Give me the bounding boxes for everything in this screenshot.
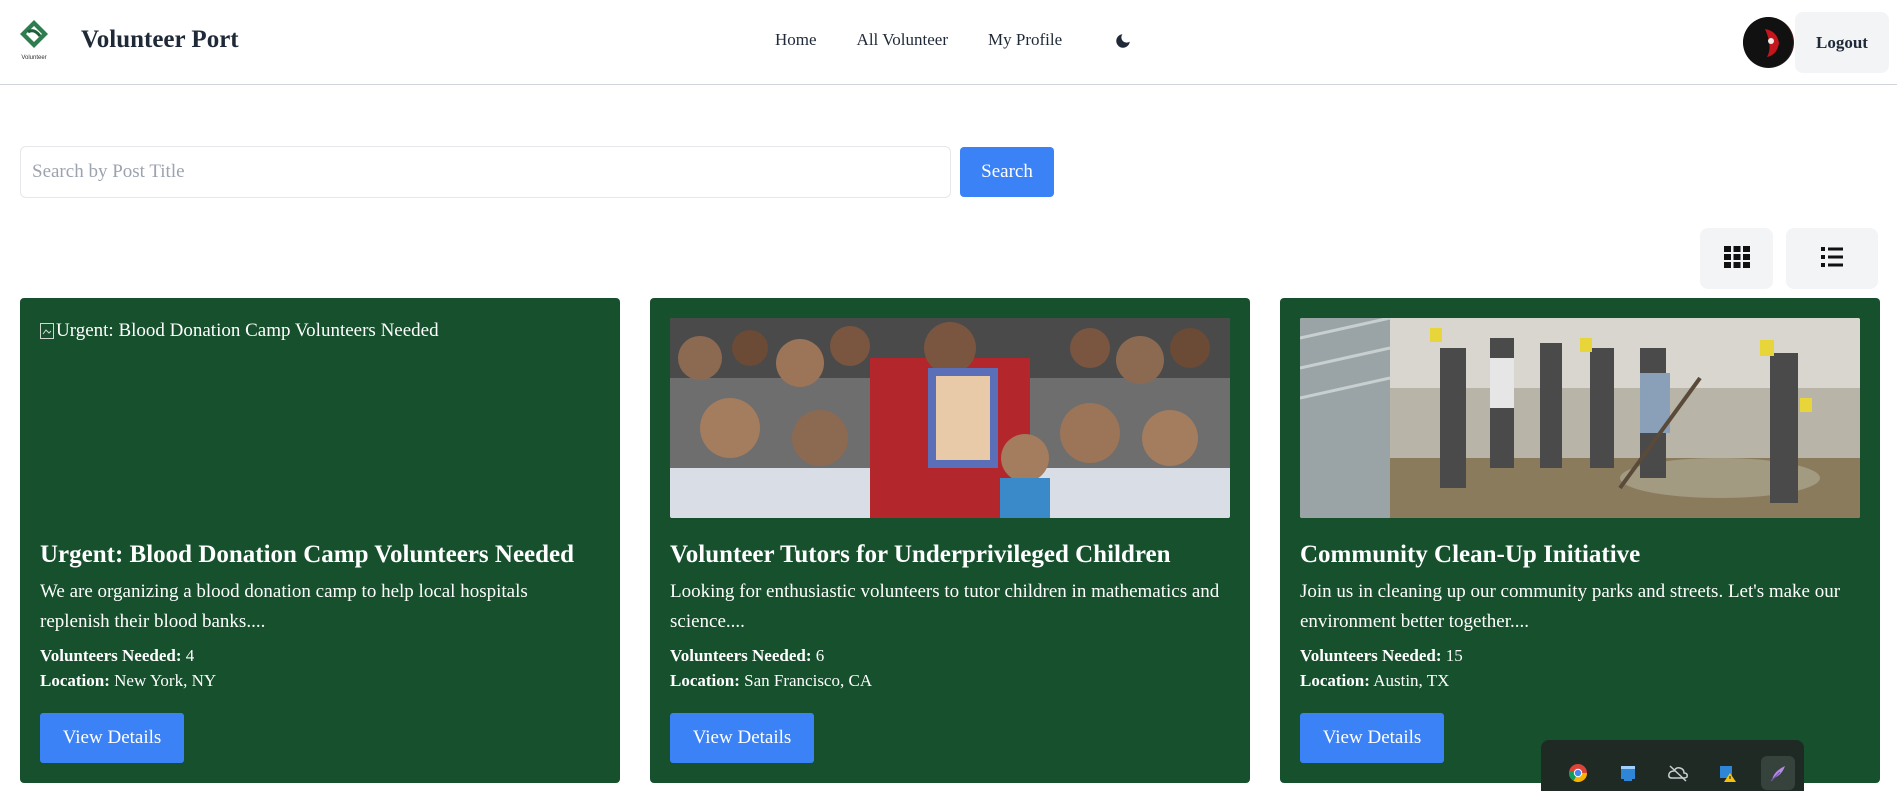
nav-link-all-volunteer[interactable]: All Volunteer [857,30,948,50]
feather-icon[interactable] [1761,756,1795,790]
taskbar [1541,740,1804,791]
brand-title[interactable]: Volunteer Port [81,26,239,54]
card-description: Looking for enthusiastic volunteers to t… [670,581,1220,632]
card-title: Urgent: Blood Donation Camp Volunteers N… [40,541,575,568]
navbar: Volunteer Volunteer Port Home All Volunt… [0,0,1897,85]
view-details-button[interactable]: View Details [1300,713,1444,763]
volunteers-needed: Volunteers Needed: 6 [670,646,825,665]
list-view-button[interactable] [1786,228,1878,289]
nav-link-home[interactable]: Home [775,30,817,50]
brand-logo[interactable]: Volunteer [16,18,52,62]
location: Location: New York, NY [40,671,217,690]
app-window-icon[interactable] [1611,756,1645,790]
post-card: Community Clean-Up Initiative Join us in… [1280,298,1880,783]
cloud-off-icon[interactable] [1661,756,1695,790]
volunteers-needed: Volunteers Needed: 4 [40,646,195,665]
card-title: Volunteer Tutors for Underprivileged Chi… [670,541,1171,568]
shield-warning-icon[interactable] [1711,756,1745,790]
image-alt-text: Urgent: Blood Donation Camp Volunteers N… [56,320,439,341]
post-card: Urgent: Blood Donation Camp Volunteers N… [20,298,620,783]
nav-link-my-profile[interactable]: My Profile [988,30,1062,50]
card-description: Join us in cleaning up our community par… [1300,581,1841,632]
moon-icon[interactable] [1114,32,1134,52]
card-description: We are organizing a blood donation camp … [40,581,528,632]
card-image [1300,318,1860,518]
nav-links: Home All Volunteer My Profile [775,30,1102,50]
grid-view-button[interactable] [1700,228,1773,289]
chrome-icon[interactable] [1561,756,1595,790]
post-card: Volunteer Tutors for Underprivileged Chi… [650,298,1250,783]
search-button[interactable]: Search [960,147,1054,197]
location: Location: Austin, TX [1300,671,1450,690]
svg-text:Volunteer: Volunteer [21,55,46,61]
card-image [670,318,1230,518]
card-title: Community Clean-Up Initiative [1300,541,1641,568]
volunteers-needed: Volunteers Needed: 15 [1300,646,1463,665]
grid-icon [1723,246,1750,271]
search-input[interactable] [20,146,951,198]
view-details-button[interactable]: View Details [670,713,814,763]
list-icon [1821,247,1843,270]
location: Location: San Francisco, CA [670,671,873,690]
logout-button[interactable]: Logout [1795,12,1889,73]
view-details-button[interactable]: View Details [40,713,184,763]
avatar[interactable] [1743,17,1794,68]
broken-image: Urgent: Blood Donation Camp Volunteers N… [40,320,439,342]
